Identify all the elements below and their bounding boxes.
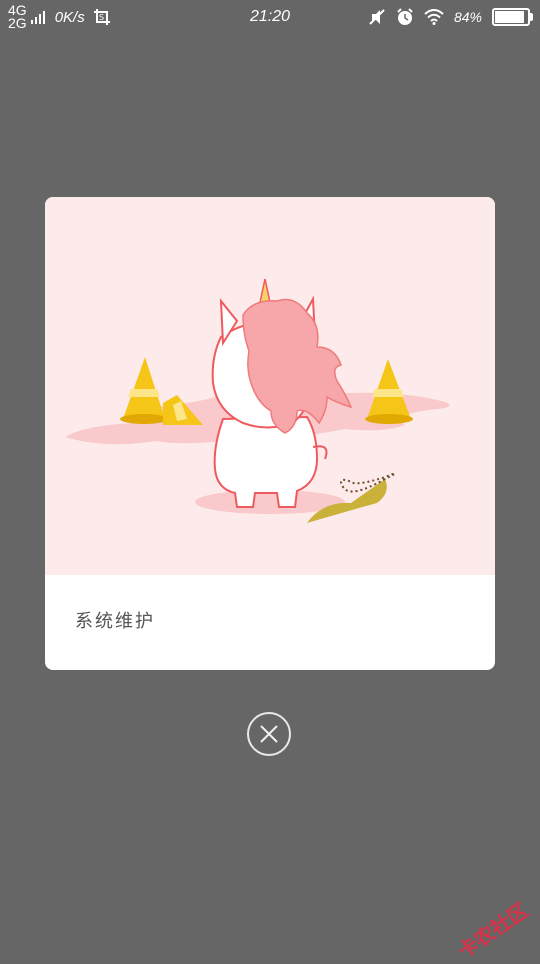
battery-percent: 84%: [453, 9, 482, 25]
watermark-logo: 卡农社区: [454, 899, 533, 964]
mute-icon: [369, 9, 385, 25]
battery-fill: [495, 11, 524, 23]
alarm-icon: [397, 8, 413, 25]
maintenance-dialog: 系统维护: [45, 197, 495, 670]
traffic-cone-left: [120, 357, 168, 424]
status-right: 84%: [368, 0, 533, 34]
wifi-icon: [424, 9, 444, 25]
battery-icon: [492, 8, 533, 26]
unicorn-maintenance-illustration: [45, 197, 495, 575]
traffic-cone-right: [365, 359, 413, 424]
unicorn: [211, 278, 353, 508]
maintenance-message: 系统维护: [75, 611, 155, 632]
close-icon: [260, 725, 278, 743]
status-bar: 4G 2G 0K/s S 21:20 84%: [0, 0, 540, 34]
close-button[interactable]: [247, 712, 291, 756]
